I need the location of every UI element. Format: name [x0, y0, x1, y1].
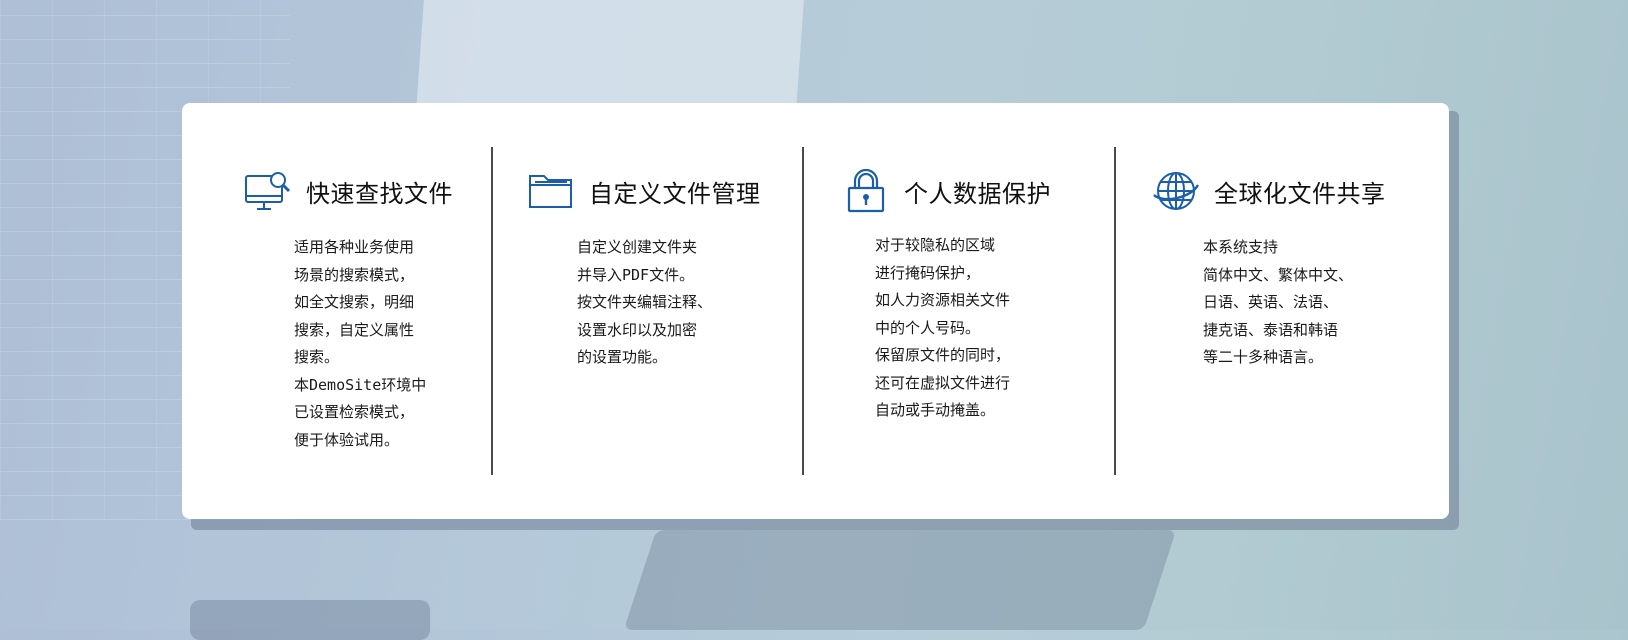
feature-quick-search: 快速查找文件 适用各种业务使用 场景的搜索模式， 如全文搜索，明细 搜索，自定义… [182, 103, 491, 519]
description-line: 本系统支持 [1203, 238, 1279, 256]
feature-title: 快速查找文件 [306, 179, 453, 208]
folder-icon [527, 169, 575, 213]
background-keyboard [623, 530, 1177, 630]
feature-description: 本系统支持 简体中文、繁体中文、 日语、英语、法语、 捷克语、泰语和韩语 等二十… [1203, 234, 1353, 372]
description-line: 并导入PDF文件。 [577, 265, 695, 284]
description-line: 进行掩码保护， [875, 263, 981, 282]
feature-description: 自定义创建文件夹 并导入PDF文件。 按文件夹编辑注释、 设置水印以及加密 的设… [577, 234, 712, 372]
description-line: 便于体验试用。 [294, 430, 400, 449]
description-line: 日语、英语、法语、 [1203, 293, 1339, 311]
lock-icon [842, 169, 890, 213]
feature-title: 全球化文件共享 [1214, 179, 1386, 208]
description-line: 还可在虚拟文件进行 [875, 373, 1011, 392]
description-line: 中的个人号码。 [875, 318, 981, 337]
background-phone [190, 600, 430, 640]
feature-header: 全球化文件共享 [1152, 169, 1386, 213]
feature-title: 自定义文件管理 [589, 179, 761, 208]
description-line: 搜索。 [294, 348, 340, 366]
description-line: 对于较隐私的区域 [875, 236, 996, 254]
description-line: 场景的搜索模式， [294, 265, 415, 284]
feature-custom-file-management: 自定义文件管理 自定义创建文件夹 并导入PDF文件。 按文件夹编辑注释、 设置水… [493, 103, 802, 519]
description-line: 如全文搜索，明细 [294, 293, 415, 311]
description-line: 本DemoSite环境中 [294, 375, 427, 394]
feature-description: 适用各种业务使用 场景的搜索模式， 如全文搜索，明细 搜索，自定义属性 搜索。 … [294, 234, 426, 454]
feature-header: 个人数据保护 [842, 169, 1051, 213]
description-line: 等二十多种语言。 [1203, 348, 1324, 366]
description-line: 如人力资源相关文件 [875, 291, 1011, 309]
description-line: 按文件夹编辑注释、 [577, 293, 713, 311]
description-line: 适用各种业务使用 [294, 238, 415, 256]
description-line: 捷克语、泰语和韩语 [1203, 320, 1339, 339]
globe-icon [1152, 169, 1200, 213]
feature-global-file-sharing: 全球化文件共享 本系统支持 简体中文、繁体中文、 日语、英语、法语、 捷克语、泰… [1116, 103, 1449, 519]
feature-title: 个人数据保护 [904, 179, 1051, 208]
description-line: 搜索，自定义属性 [294, 320, 415, 339]
description-line: 简体中文、繁体中文、 [1203, 265, 1354, 284]
description-line: 自动或手动掩盖。 [875, 401, 996, 419]
description-line: 自定义创建文件夹 [577, 238, 698, 256]
feature-header: 自定义文件管理 [527, 169, 761, 213]
feature-description: 对于较隐私的区域 进行掩码保护， 如人力资源相关文件 中的个人号码。 保留原文件… [875, 232, 1010, 425]
description-line: 的设置功能。 [577, 348, 668, 366]
feature-personal-data-protection: 个人数据保护 对于较隐私的区域 进行掩码保护， 如人力资源相关文件 中的个人号码… [804, 103, 1114, 519]
description-line: 已设置检索模式， [294, 403, 415, 421]
background-paper [416, 0, 804, 110]
feature-card: 快速查找文件 适用各种业务使用 场景的搜索模式， 如全文搜索，明细 搜索，自定义… [182, 103, 1449, 519]
description-line: 保留原文件的同时， [875, 346, 1011, 364]
monitor-search-icon [244, 169, 292, 213]
description-line: 设置水印以及加密 [577, 320, 698, 339]
feature-header: 快速查找文件 [244, 169, 453, 213]
